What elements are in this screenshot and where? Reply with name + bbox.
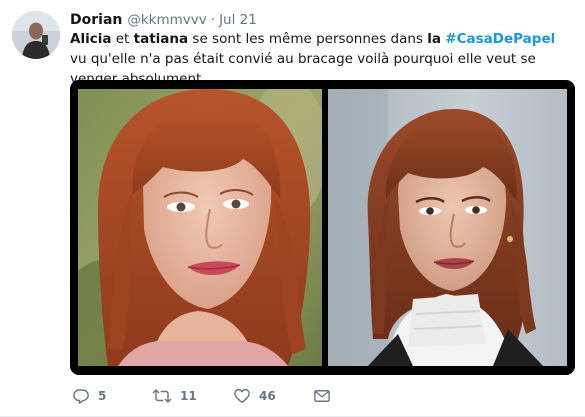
like-button[interactable]: 46 xyxy=(233,385,276,407)
direct-message-button[interactable] xyxy=(313,385,331,407)
text-segment: et xyxy=(111,31,134,47)
text-bold-alicia: Alicia xyxy=(70,31,112,47)
photo-left[interactable] xyxy=(78,89,322,366)
avatar-image xyxy=(12,11,60,59)
tweet-card[interactable]: Dorian @kkmmvvv · Jul 21 Alicia et tatia… xyxy=(0,0,585,417)
tweet-actions: 5 11 46 xyxy=(70,385,370,407)
hashtag-link[interactable]: #CasaDePapel xyxy=(445,31,555,47)
envelope-icon xyxy=(314,390,330,402)
media-container[interactable] xyxy=(70,80,575,375)
portrait-photo-left xyxy=(78,89,322,366)
retweet-count: 11 xyxy=(180,389,197,403)
like-count: 46 xyxy=(259,389,276,403)
retweet-icon xyxy=(152,389,172,403)
text-segment: se sont les même personnes dans xyxy=(188,31,428,47)
author-handle[interactable]: @kkmmvvv xyxy=(127,11,206,29)
heart-icon xyxy=(234,388,250,404)
avatar[interactable] xyxy=(12,11,60,59)
reply-count: 5 xyxy=(98,389,107,403)
separator-dot: · xyxy=(210,12,216,28)
photo-right[interactable] xyxy=(328,89,567,366)
reply-button[interactable]: 5 xyxy=(72,385,106,407)
retweet-button[interactable]: 11 xyxy=(152,385,197,407)
speech-bubble-icon xyxy=(73,389,89,404)
tweet-header: Dorian @kkmmvvv · Jul 21 xyxy=(70,11,257,29)
portrait-photo-right xyxy=(328,89,567,366)
author-name[interactable]: Dorian xyxy=(70,11,122,29)
text-bold-tatiana: tatiana xyxy=(133,31,189,47)
tweet-timestamp[interactable]: Jul 21 xyxy=(219,11,257,29)
text-bold-la: la xyxy=(427,31,441,47)
